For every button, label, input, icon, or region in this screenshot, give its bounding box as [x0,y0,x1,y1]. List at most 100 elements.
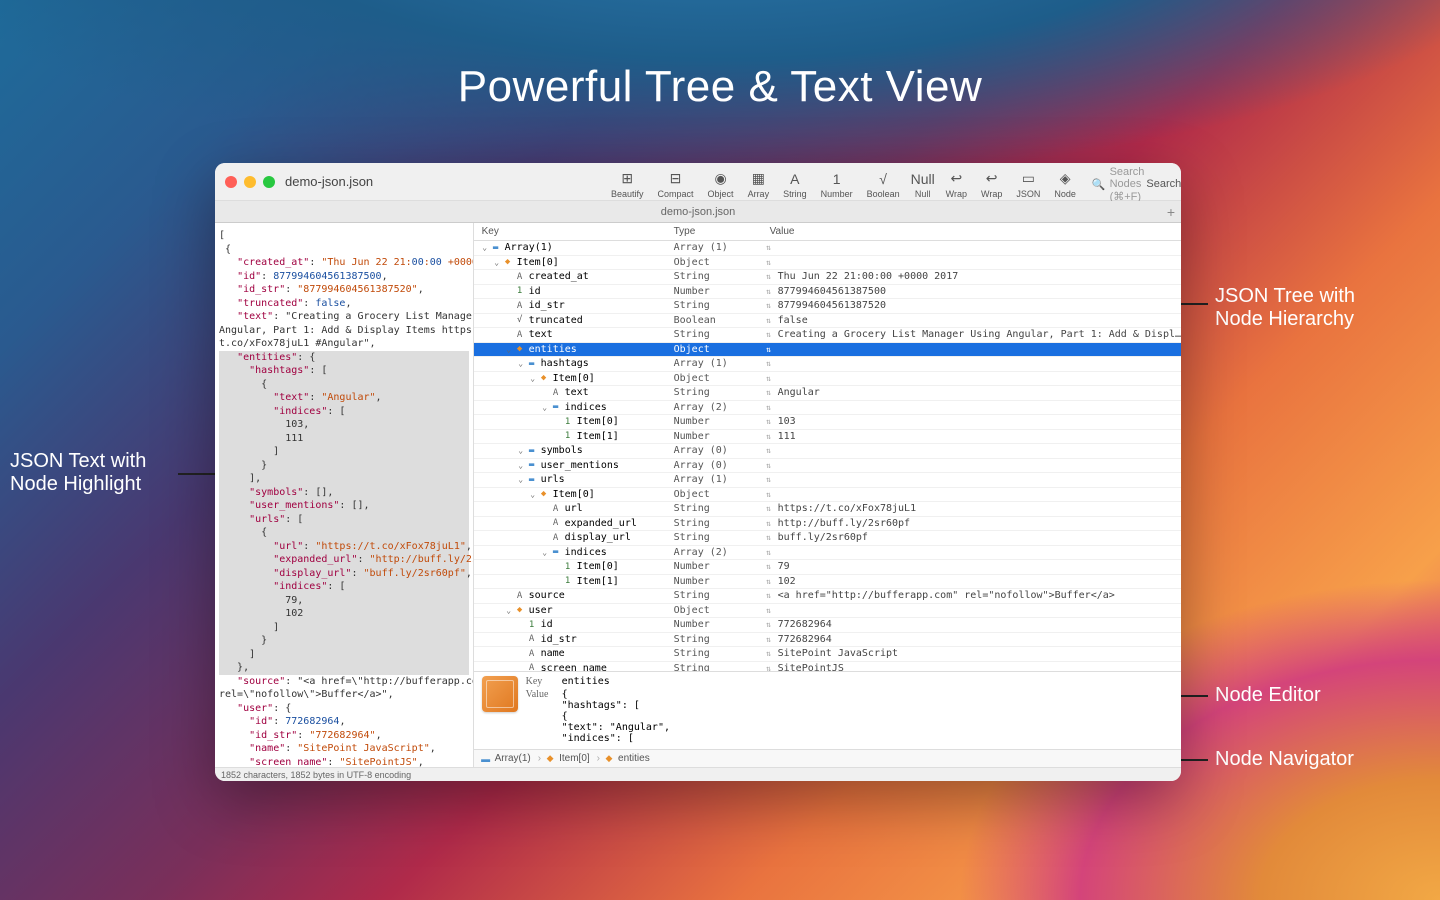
disclosure-icon[interactable]: ⌄ [516,461,526,470]
type-stepper[interactable]: ⇅ [764,475,774,484]
type-stepper[interactable]: ⇅ [764,359,774,368]
disclosure-icon[interactable]: ⌄ [516,446,526,455]
disclosure-icon[interactable]: ⌄ [516,475,526,484]
tree-row[interactable]: ⌄◆entitiesObject⇅ [474,343,1181,358]
type-stepper[interactable]: ⇅ [764,446,774,455]
tree-row[interactable]: Aexpanded_urlString⇅http://buff.ly/2sr60… [474,517,1181,532]
tree-body[interactable]: ⌄▬Array(1)Array (1)⇅⌄◆Item[0]Object⇅Acre… [474,241,1181,671]
tree-row[interactable]: AsourceString⇅<a href="http://bufferapp.… [474,589,1181,604]
tree-row[interactable]: Adisplay_urlString⇅buff.ly/2sr60pf [474,531,1181,546]
search-input[interactable]: 🔍Search Nodes (⌘+F) [1092,166,1145,203]
disclosure-icon[interactable]: ⌄ [516,359,526,368]
toolbar-beautify-button[interactable]: ⊞Beautify [605,170,650,199]
disclosure-icon[interactable]: ⌄ [528,374,538,383]
tree-row[interactable]: AnameString⇅SitePoint JavaScript [474,647,1181,662]
col-key[interactable]: Key [474,226,674,237]
type-stepper[interactable]: ⇅ [764,301,774,310]
disclosure-icon[interactable]: ⌄ [528,490,538,499]
disclosure-icon[interactable]: ⌄ [492,258,502,267]
type-stepper[interactable]: ⇅ [764,432,774,441]
toolbar-array-button[interactable]: ▦Array [742,170,776,199]
tree-row[interactable]: Ascreen_nameString⇅SitePointJS [474,662,1181,672]
document-tab[interactable]: demo-json.json [643,201,754,222]
type-stepper[interactable]: ⇅ [764,606,774,615]
disclosure-icon[interactable]: ⌄ [540,403,550,412]
tree-row[interactable]: 1idNumber⇅772682964 [474,618,1181,633]
close-window-button[interactable] [225,176,237,188]
breadcrumb-item[interactable]: ◆entities [603,753,650,765]
disclosure-icon[interactable]: ⌄ [480,243,490,252]
tree-row[interactable]: 1Item[1]Number⇅111 [474,430,1181,445]
breadcrumb-item[interactable]: ▬Array(1) [480,753,531,765]
disclosure-icon[interactable]: ⌄ [504,606,514,615]
tree-row[interactable]: 1Item[1]Number⇅102 [474,575,1181,590]
tree-row[interactable]: ⌄◆Item[0]Object⇅ [474,488,1181,503]
json-text-pane[interactable]: [ { "created_at": "Thu Jun 22 21:00:00 +… [215,223,474,767]
tree-row[interactable]: 1idNumber⇅877994604561387500 [474,285,1181,300]
breadcrumb-item[interactable]: ◆Item[0] [544,753,590,765]
disclosure-icon[interactable]: ⌄ [504,345,514,354]
type-stepper[interactable]: ⇅ [764,374,774,383]
tree-row[interactable]: ⌄◆userObject⇅ [474,604,1181,619]
type-stepper[interactable]: ⇅ [764,345,774,354]
tree-row[interactable]: ⌄▬user_mentionsArray (0)⇅ [474,459,1181,474]
type-stepper[interactable]: ⇅ [764,287,774,296]
type-stepper[interactable]: ⇅ [764,591,774,600]
tree-row[interactable]: ⌄▬hashtagsArray (1)⇅ [474,357,1181,372]
tree-row[interactable]: AurlString⇅https://t.co/xFox78juL1 [474,502,1181,517]
toolbar-wrap-button[interactable]: ↩Wrap [940,170,973,199]
type-stepper[interactable]: ⇅ [764,635,774,644]
toolbar-string-button[interactable]: AString [777,170,813,199]
tree-row[interactable]: ⌄◆Item[0]Object⇅ [474,372,1181,387]
type-stepper[interactable]: ⇅ [764,316,774,325]
tree-row[interactable]: Acreated_atString⇅Thu Jun 22 21:00:00 +0… [474,270,1181,285]
toolbar-json-button[interactable]: ▭JSON [1010,170,1046,199]
tree-row[interactable]: AtextString⇅Angular [474,386,1181,401]
zoom-window-button[interactable] [263,176,275,188]
tree-row[interactable]: √truncatedBoolean⇅false [474,314,1181,329]
tree-row[interactable]: 1Item[0]Number⇅103 [474,415,1181,430]
toolbar-compact-button[interactable]: ⊟Compact [652,170,700,199]
toolbar-node-button[interactable]: ◈Node [1048,170,1082,199]
type-stepper[interactable]: ⇅ [764,548,774,557]
tree-row[interactable]: ⌄▬urlsArray (1)⇅ [474,473,1181,488]
tree-row[interactable]: Aid_strString⇅877994604561387520 [474,299,1181,314]
type-stepper[interactable]: ⇅ [764,403,774,412]
type-stepper[interactable]: ⇅ [764,388,774,397]
disclosure-icon[interactable]: ⌄ [540,548,550,557]
search-button[interactable]: Search [1146,178,1181,190]
type-stepper[interactable]: ⇅ [764,519,774,528]
col-type[interactable]: Type [674,226,764,237]
type-stepper[interactable]: ⇅ [764,490,774,499]
type-stepper[interactable]: ⇅ [764,258,774,267]
tree-row[interactable]: AtextString⇅Creating a Grocery List Mana… [474,328,1181,343]
minimize-window-button[interactable] [244,176,256,188]
type-stepper[interactable]: ⇅ [764,417,774,426]
toolbar-object-button[interactable]: ◉Object [702,170,740,199]
type-stepper[interactable]: ⇅ [764,562,774,571]
add-tab-button[interactable]: + [1167,204,1175,220]
tree-row[interactable]: ⌄▬indicesArray (2)⇅ [474,401,1181,416]
node-value-field[interactable]: { "hashtags": [ { "text": "Angular", "in… [562,689,1173,744]
col-value[interactable]: Value [764,226,1181,237]
tree-row[interactable]: ⌄▬symbolsArray (0)⇅ [474,444,1181,459]
tree-row[interactable]: ⌄◆Item[0]Object⇅ [474,256,1181,271]
tree-row[interactable]: ⌄▬Array(1)Array (1)⇅ [474,241,1181,256]
type-stepper[interactable]: ⇅ [764,620,774,629]
tree-row[interactable]: 1Item[0]Number⇅79 [474,560,1181,575]
type-stepper[interactable]: ⇅ [764,330,774,339]
toolbar-null-button[interactable]: NullNull [908,170,938,199]
type-stepper[interactable]: ⇅ [764,664,774,671]
type-stepper[interactable]: ⇅ [764,272,774,281]
type-stepper[interactable]: ⇅ [764,243,774,252]
toolbar-boolean-button[interactable]: √Boolean [861,170,906,199]
type-stepper[interactable]: ⇅ [764,649,774,658]
toolbar-number-button[interactable]: 1Number [815,170,859,199]
type-stepper[interactable]: ⇅ [764,577,774,586]
json-text-content[interactable]: [ { "created_at": "Thu Jun 22 21:00:00 +… [215,223,473,767]
tree-row[interactable]: ⌄▬indicesArray (2)⇅ [474,546,1181,561]
tree-row[interactable]: Aid_strString⇅772682964 [474,633,1181,648]
node-key-value[interactable]: entities [562,676,1173,687]
type-stepper[interactable]: ⇅ [764,504,774,513]
type-stepper[interactable]: ⇅ [764,533,774,542]
